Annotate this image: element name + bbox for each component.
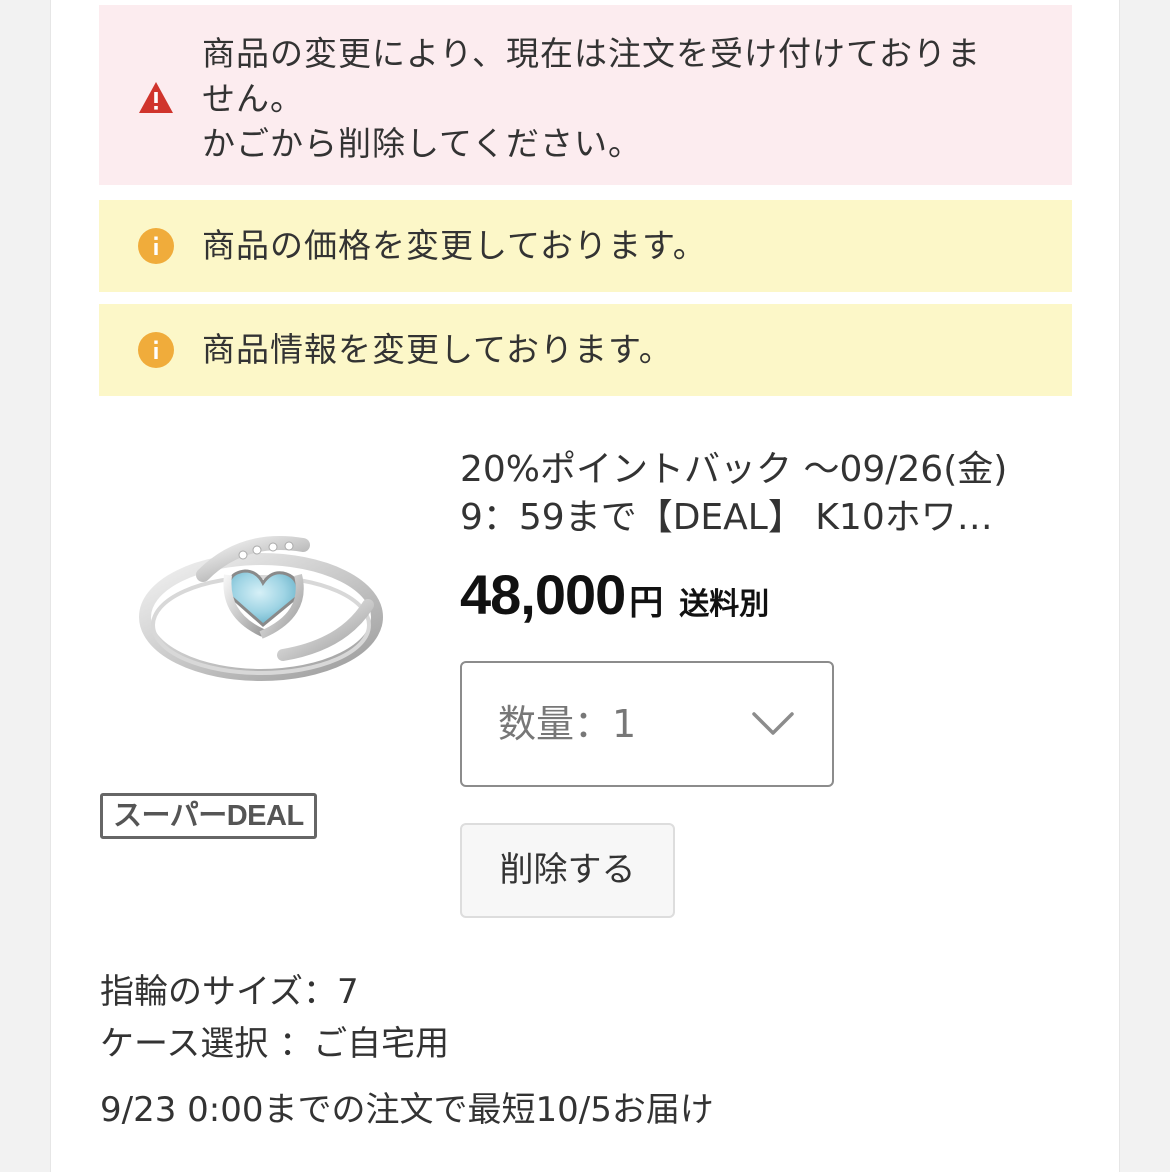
- product-title-line: 9：59まで【DEAL】 K10ホワ…: [460, 497, 993, 538]
- price-value: 48,000: [460, 563, 626, 626]
- item-options: 指輪のサイズ：7 ケース選択 ：ご自宅用: [100, 966, 449, 1070]
- cart-item-card: 商品の変更により、現在は注文を受け付けておりま せん。 かごから削除してください…: [50, 0, 1120, 1172]
- option-case: ケース選択 ：ご自宅用: [100, 1024, 450, 1064]
- info-changed-message: 商品情報を変更しております。: [202, 330, 673, 369]
- product-title[interactable]: 20%ポイントバック ～09/26(金) 9：59まで【DEAL】 K10ホワ…: [460, 446, 1070, 542]
- quantity-select[interactable]: 数量：1: [460, 661, 834, 787]
- quantity-label: 数量：1: [498, 702, 637, 746]
- error-alert-line: せん。: [202, 79, 304, 118]
- error-alert: 商品の変更により、現在は注文を受け付けておりま せん。 かごから削除してください…: [99, 5, 1072, 185]
- delivery-estimate: 9/23 0:00までの注文で最短10/5お届け: [100, 1090, 714, 1130]
- super-deal-badge: スーパーDEAL: [100, 793, 317, 839]
- price-changed-alert: 商品の価格を変更しております。: [99, 200, 1072, 292]
- info-changed-alert: 商品情報を変更しております。: [99, 304, 1072, 396]
- info-icon: [138, 332, 174, 368]
- warning-icon: [139, 82, 173, 113]
- option-ring-size: 指輪のサイズ：7: [100, 972, 359, 1012]
- shipping-label: 送料別: [679, 587, 770, 622]
- product-title-line: 20%ポイントバック ～09/26(金): [460, 449, 1008, 490]
- info-icon: [138, 228, 174, 264]
- ring-image[interactable]: [133, 505, 393, 695]
- chevron-down-icon: [752, 712, 794, 735]
- price-unit: 円: [629, 583, 664, 623]
- error-alert-message: 商品の変更により、現在は注文を受け付けておりま せん。 かごから削除してください…: [202, 31, 1042, 166]
- price-row: 48,000 円 送料別: [460, 562, 769, 627]
- error-alert-line: かごから削除してください。: [202, 124, 643, 163]
- delete-button[interactable]: 削除する: [460, 823, 675, 918]
- error-alert-line: 商品の変更により、現在は注文を受け付けておりま: [202, 34, 982, 73]
- price-changed-message: 商品の価格を変更しております。: [202, 226, 707, 265]
